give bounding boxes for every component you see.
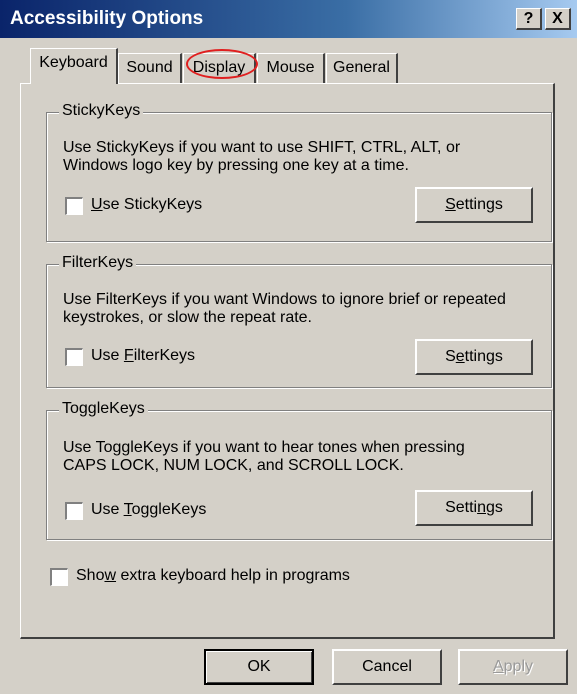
tab-keyboard[interactable]: Keyboard xyxy=(30,48,118,84)
tab-display-label: Display xyxy=(192,59,246,76)
tab-sound[interactable]: Sound xyxy=(118,53,182,83)
tab-general-label: General xyxy=(333,59,390,76)
tab-general[interactable]: General xyxy=(326,53,398,83)
ok-button-label: OK xyxy=(247,658,271,675)
title-bar[interactable]: Accessibility Options ? X xyxy=(0,0,577,38)
help-button[interactable]: ? xyxy=(516,8,542,30)
extra-help-mnemonic: w xyxy=(104,567,117,584)
filterkeys-group: FilterKeys Use FilterKeys if you want Wi… xyxy=(46,254,552,388)
stickykeys-settings-mnemonic: S xyxy=(445,196,456,213)
filterkeys-group-title: FilterKeys xyxy=(59,254,137,272)
close-icon: X xyxy=(552,10,563,27)
use-togglekeys-checkbox[interactable] xyxy=(65,502,83,520)
stickykeys-group-title: StickyKeys xyxy=(59,102,144,120)
cancel-button-label: Cancel xyxy=(362,658,412,675)
filterkeys-desc-line2: keystrokes, or slow the repeat rate. xyxy=(63,309,312,326)
use-togglekeys-prefix: Use xyxy=(91,501,124,518)
togglekeys-description: Use ToggleKeys if you want to hear tones… xyxy=(63,439,543,475)
apply-button[interactable]: Apply xyxy=(458,649,568,685)
tab-mouse[interactable]: Mouse xyxy=(257,53,325,83)
filterkeys-description: Use FilterKeys if you want Windows to ig… xyxy=(63,291,543,327)
filterkeys-settings-button[interactable]: Settings xyxy=(415,339,533,375)
filterkeys-settings-prefix: S xyxy=(445,348,456,365)
filterkeys-settings-text: ttings xyxy=(464,348,503,365)
apply-button-text: pply xyxy=(503,658,534,675)
use-stickykeys-label[interactable]: Use StickyKeys xyxy=(91,196,202,214)
use-filterkeys-prefix: Use xyxy=(91,347,124,364)
togglekeys-group-title: ToggleKeys xyxy=(59,400,148,418)
stickykeys-settings-text: ettings xyxy=(455,196,503,213)
togglekeys-desc-line1: Use ToggleKeys if you want to hear tones… xyxy=(63,439,465,456)
use-filterkeys-label[interactable]: Use FilterKeys xyxy=(91,347,195,365)
use-stickykeys-checkbox[interactable] xyxy=(65,197,83,215)
tab-mouse-label: Mouse xyxy=(266,59,315,76)
togglekeys-desc-line2: CAPS LOCK, NUM LOCK, and SCROLL LOCK. xyxy=(63,457,404,474)
cancel-button[interactable]: Cancel xyxy=(332,649,442,685)
filterkeys-desc-line1: Use FilterKeys if you want Windows to ig… xyxy=(63,291,506,308)
use-stickykeys-text: se StickyKeys xyxy=(102,196,203,213)
accessibility-options-dialog: Accessibility Options ? X Keyboard Sound… xyxy=(0,0,577,694)
show-extra-keyboard-help-checkbox[interactable] xyxy=(50,568,68,586)
use-filterkeys-text: ilterKeys xyxy=(133,347,196,364)
extra-help-prefix: Sho xyxy=(76,567,105,584)
use-togglekeys-label[interactable]: Use ToggleKeys xyxy=(91,501,206,519)
tab-keyboard-label: Keyboard xyxy=(39,54,108,71)
use-togglekeys-mnemonic: T xyxy=(123,501,132,518)
show-extra-keyboard-help-label[interactable]: Show extra keyboard help in programs xyxy=(76,567,350,585)
extra-help-text: extra keyboard help in programs xyxy=(116,567,350,584)
tab-display[interactable]: Display xyxy=(183,53,256,83)
use-stickykeys-mnemonic: U xyxy=(91,196,103,213)
help-icon: ? xyxy=(523,10,534,27)
use-filterkeys-checkbox[interactable] xyxy=(65,348,83,366)
togglekeys-settings-mnemonic: n xyxy=(477,499,486,516)
tab-sound-label: Sound xyxy=(126,59,173,76)
use-filterkeys-mnemonic: F xyxy=(123,347,134,364)
apply-button-mnemonic: A xyxy=(492,658,504,675)
stickykeys-desc-line1: Use StickyKeys if you want to use SHIFT,… xyxy=(63,139,461,156)
togglekeys-settings-button[interactable]: Settings xyxy=(415,490,533,526)
use-togglekeys-text: oggleKeys xyxy=(131,501,207,518)
close-button[interactable]: X xyxy=(545,8,571,30)
ok-button[interactable]: OK xyxy=(204,649,314,685)
filterkeys-settings-mnemonic: e xyxy=(455,348,465,365)
window-title: Accessibility Options xyxy=(10,8,204,29)
stickykeys-group: StickyKeys Use StickyKeys if you want to… xyxy=(46,102,552,242)
togglekeys-settings-text: gs xyxy=(486,499,503,516)
togglekeys-group: ToggleKeys Use ToggleKeys if you want to… xyxy=(46,400,552,540)
stickykeys-desc-line2: Windows logo key by pressing one key at … xyxy=(63,157,409,174)
stickykeys-description: Use StickyKeys if you want to use SHIFT,… xyxy=(63,139,543,175)
togglekeys-settings-prefix: Setti xyxy=(445,499,478,516)
stickykeys-settings-button[interactable]: Settings xyxy=(415,187,533,223)
